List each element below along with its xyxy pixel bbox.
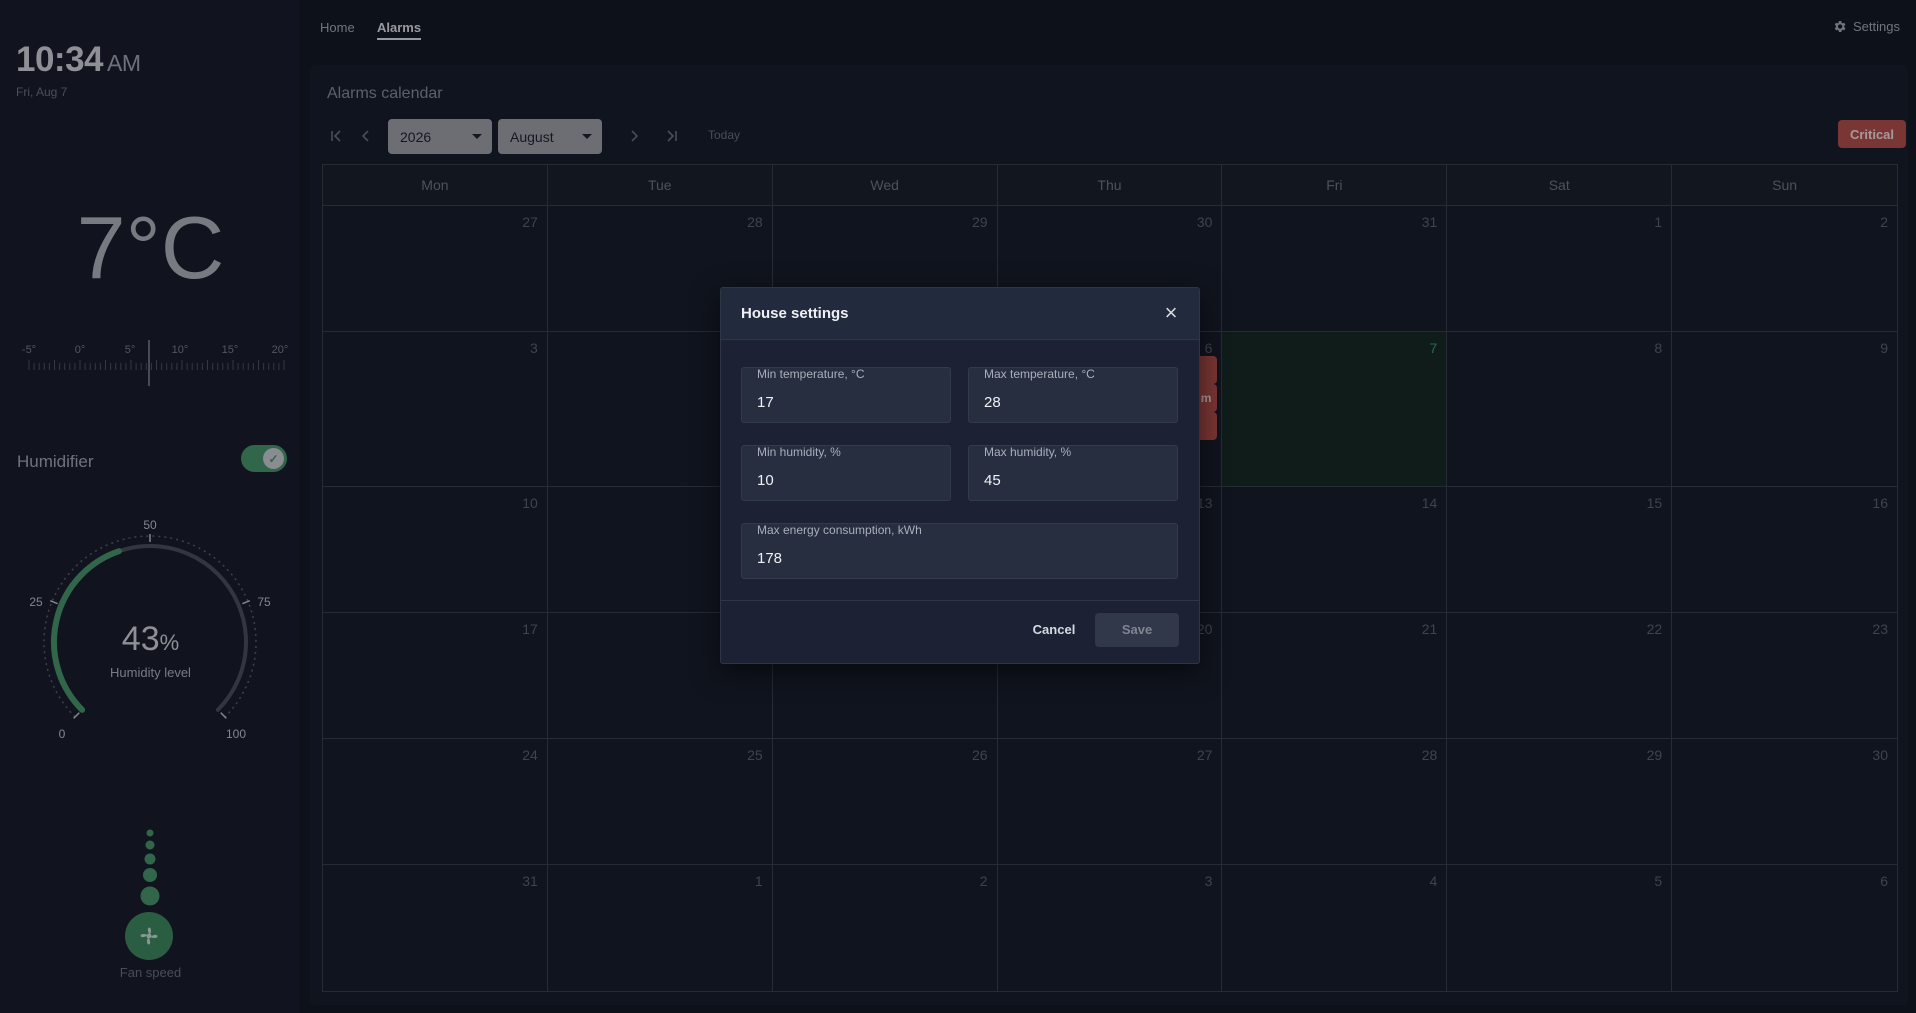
field-label: Min temperature, °C	[757, 367, 865, 381]
field-value: 28	[984, 394, 1001, 411]
field-label: Max temperature, °C	[984, 367, 1095, 381]
min-temperature-field[interactable]: Min temperature, °C 17	[741, 367, 951, 423]
close-icon[interactable]: ×	[1161, 302, 1181, 324]
max-energy-field[interactable]: Max energy consumption, kWh 178	[741, 523, 1178, 579]
max-humidity-field[interactable]: Max humidity, % 45	[968, 445, 1178, 501]
field-value: 45	[984, 472, 1001, 489]
cancel-button[interactable]: Cancel	[1021, 613, 1087, 647]
house-settings-dialog: House settings × Min temperature, °C 17 …	[720, 287, 1200, 664]
field-label: Max humidity, %	[984, 445, 1072, 459]
field-value: 17	[757, 394, 774, 411]
max-temperature-field[interactable]: Max temperature, °C 28	[968, 367, 1178, 423]
field-label: Min humidity, %	[757, 445, 841, 459]
field-value: 10	[757, 472, 774, 489]
save-button[interactable]: Save	[1095, 613, 1179, 647]
field-label: Max energy consumption, kWh	[757, 523, 922, 537]
min-humidity-field[interactable]: Min humidity, % 10	[741, 445, 951, 501]
dialog-title: House settings	[741, 305, 849, 322]
field-value: 178	[757, 550, 783, 567]
dialog-header: House settings ×	[721, 288, 1199, 340]
dialog-footer: Cancel Save	[721, 600, 1199, 664]
